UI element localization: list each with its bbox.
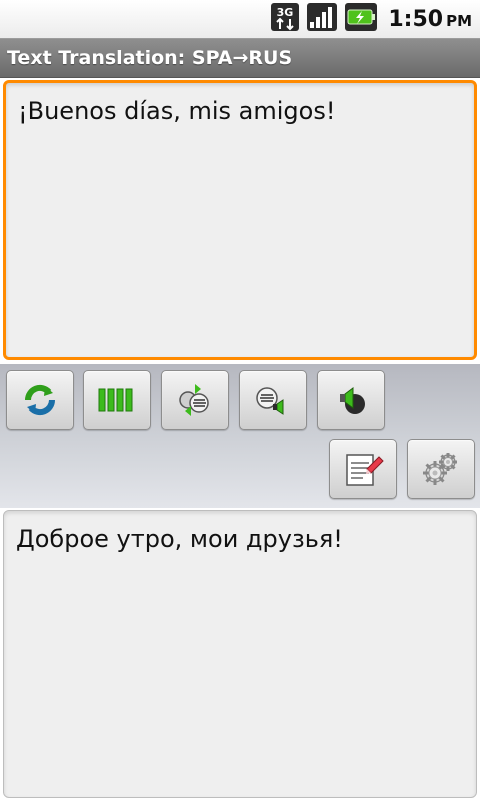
battery-charging-icon	[344, 2, 378, 36]
title-bar: Text Translation: SPA→RUS	[0, 38, 480, 78]
network-3g-icon: 3G	[270, 2, 300, 36]
clock-time: 1:50	[388, 6, 444, 32]
svg-text:3G: 3G	[277, 6, 294, 19]
clock: 1:50 PM	[388, 7, 472, 32]
status-bar: 3G 1:50 PM	[0, 0, 480, 38]
source-text-value: ¡Buenos días, mis amigos!	[18, 97, 336, 125]
dictionary-button[interactable]	[83, 370, 151, 430]
dictionary-bars-icon	[97, 385, 137, 415]
app-title: Text Translation: SPA→RUS	[7, 47, 293, 69]
speak-text-icon	[253, 380, 293, 420]
toolbar	[0, 364, 480, 508]
refresh-button[interactable]	[6, 370, 74, 430]
translate-button[interactable]	[161, 370, 229, 430]
screen: 3G 1:50 PM Text Translation: SPA→RUS ¡Bu…	[0, 0, 480, 800]
refresh-icon	[20, 380, 60, 420]
clock-ampm: PM	[446, 11, 472, 30]
speaker-button[interactable]	[317, 370, 385, 430]
clear-edit-icon	[341, 449, 385, 489]
speaker-icon	[331, 380, 371, 420]
settings-button[interactable]	[407, 439, 475, 499]
translation-output[interactable]: Доброе утро, мои друзья!	[3, 510, 477, 798]
clear-text-button[interactable]	[329, 439, 397, 499]
signal-strength-icon	[306, 2, 338, 36]
translation-text-value: Доброе утро, мои друзья!	[16, 525, 343, 553]
speak-text-button[interactable]	[239, 370, 307, 430]
translate-text-icon	[175, 380, 215, 420]
source-text-input[interactable]: ¡Buenos días, mis amigos!	[3, 80, 477, 360]
settings-gears-icon	[419, 449, 463, 489]
